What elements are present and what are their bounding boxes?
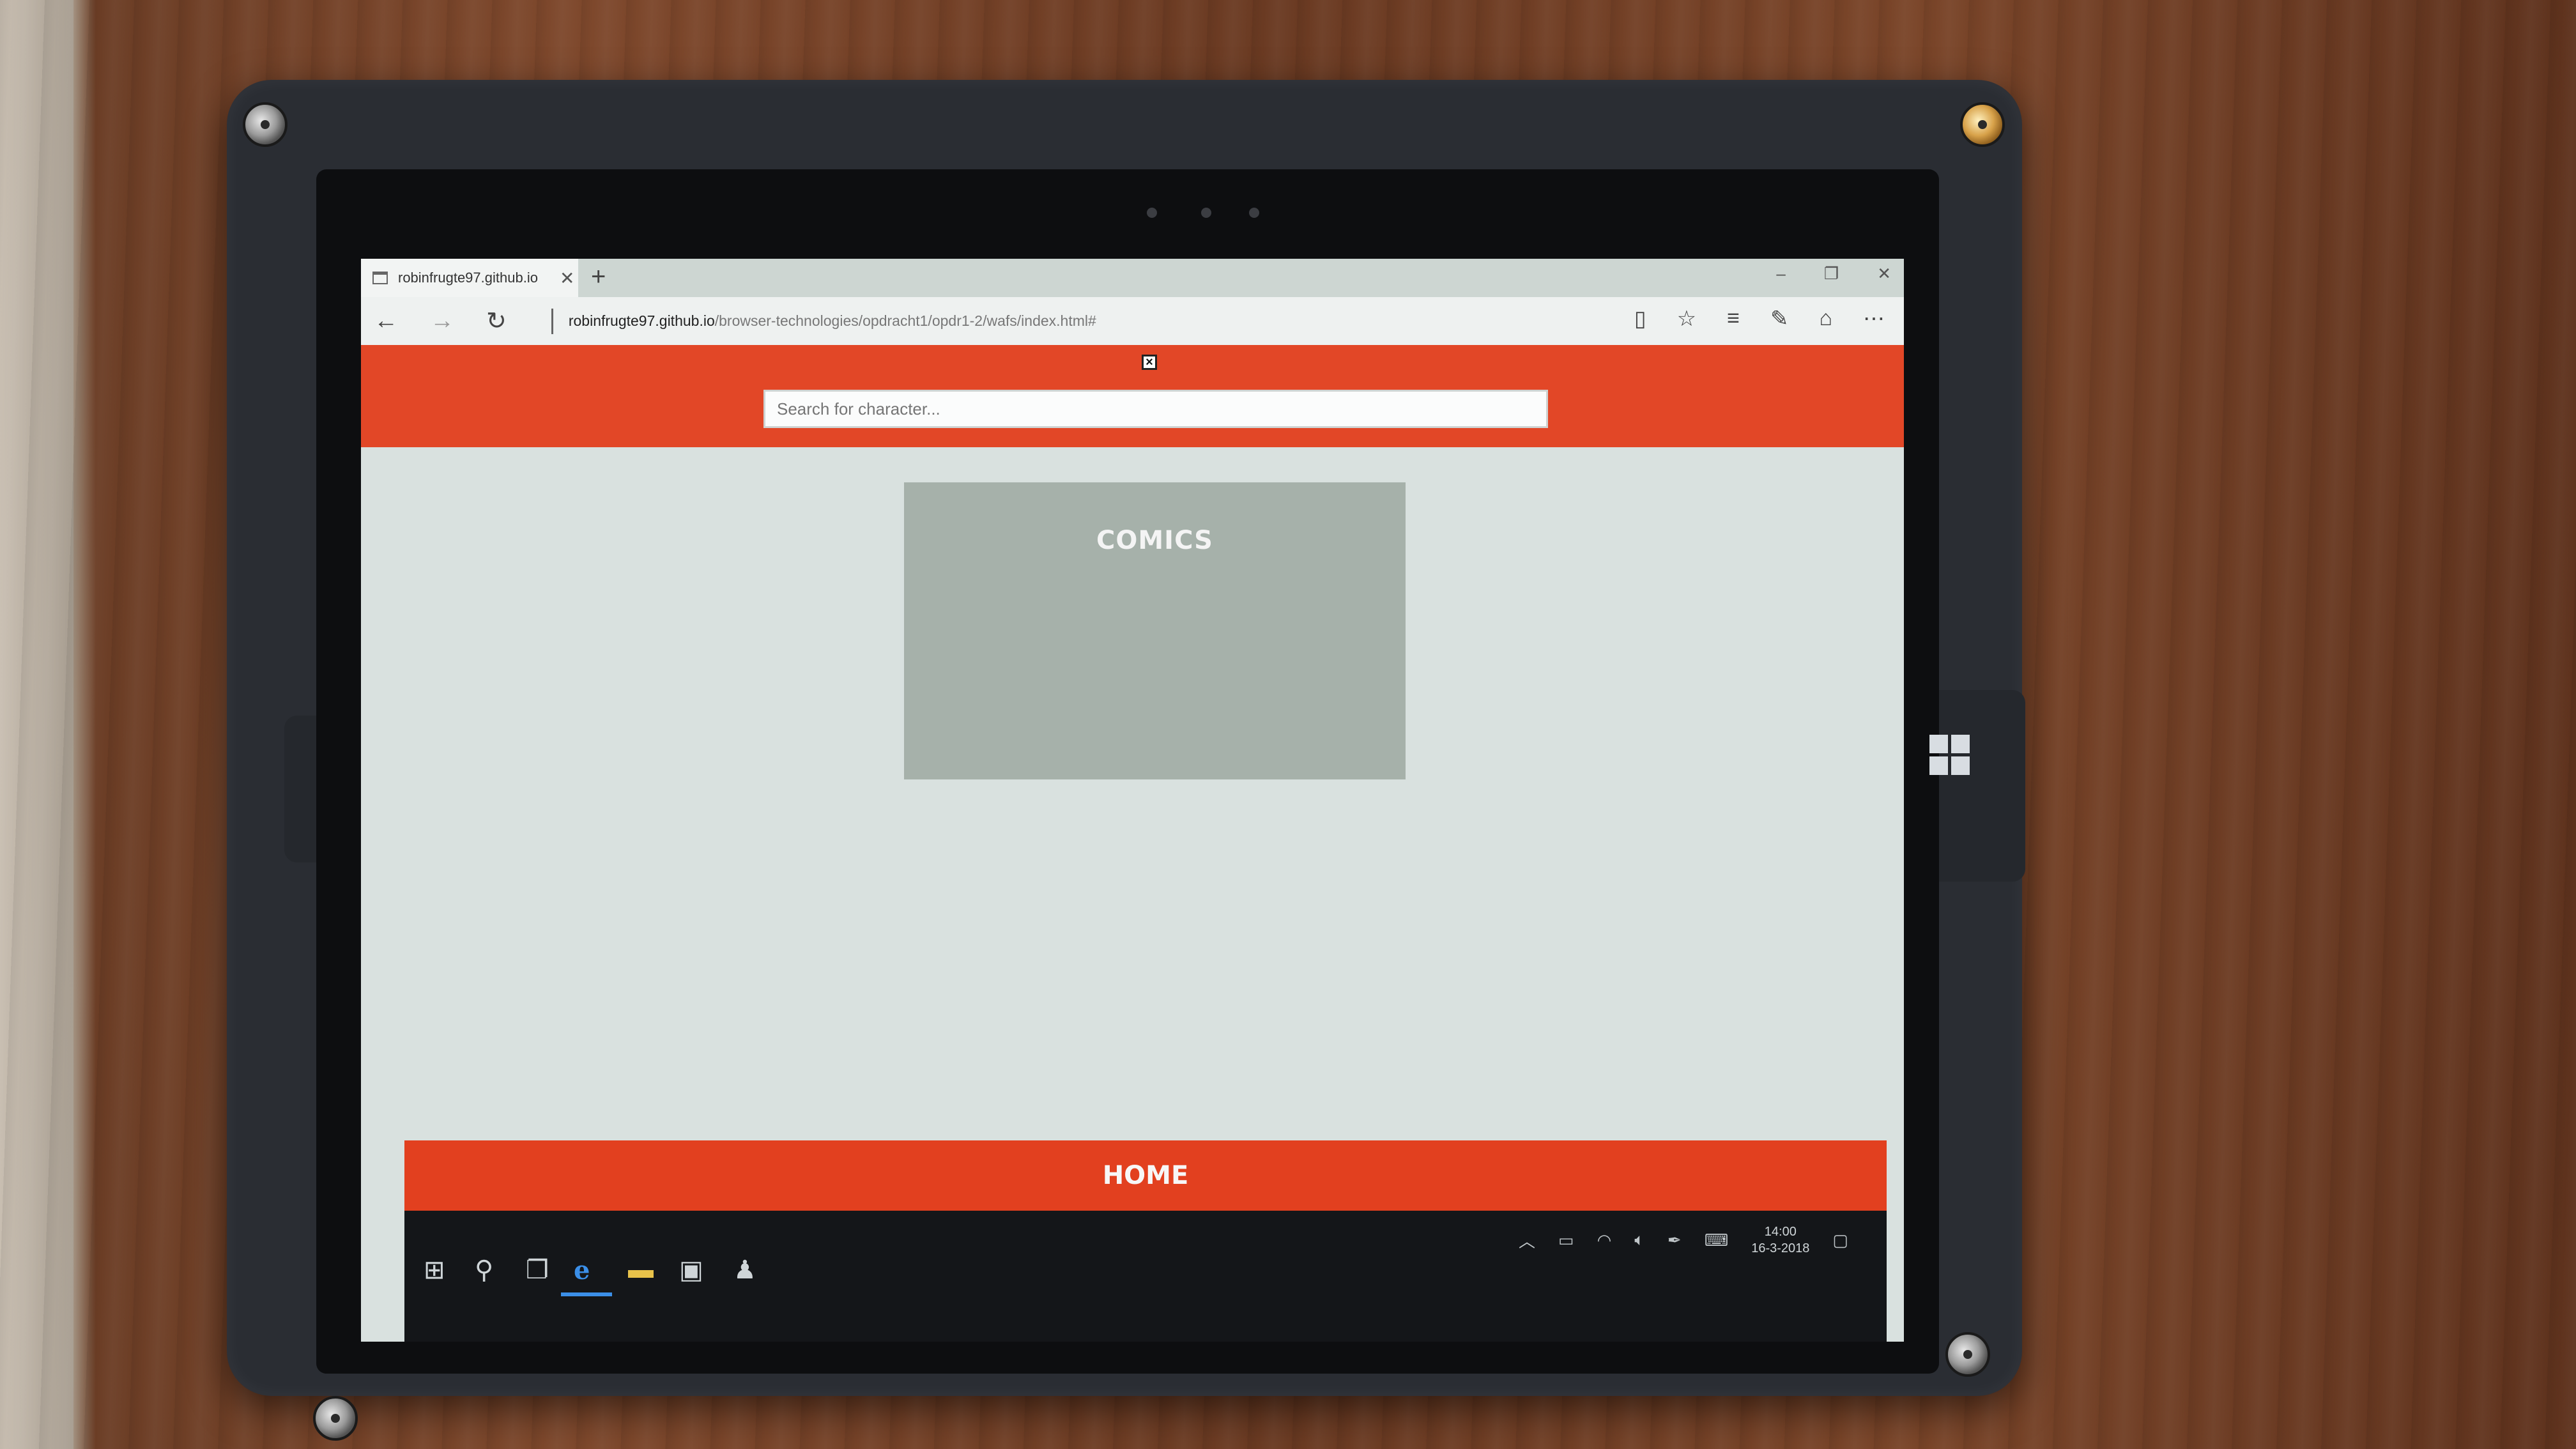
search-icon[interactable]: ⚲ [475, 1255, 493, 1285]
task-view-icon[interactable]: ❐ [526, 1255, 549, 1285]
file-explorer-icon[interactable]: ▬ [628, 1255, 654, 1284]
camera-lens [1201, 208, 1211, 218]
notification-icon[interactable]: ▢ [1832, 1230, 1848, 1250]
tab-title: robinfrugte97.github.io [398, 270, 538, 286]
wifi-icon[interactable]: ◠ [1597, 1230, 1612, 1250]
page-icon [372, 272, 388, 284]
card-title: COMICS [1096, 526, 1213, 555]
screw-bottom-left [313, 1396, 358, 1441]
browser-toolbar: ← → ↻ robinfrugte97.github.io /browser-t… [361, 297, 1904, 345]
browser-tab[interactable]: robinfrugte97.github.io ✕ [361, 259, 578, 297]
tablet-screen: robinfrugte97.github.io ✕ + – ❐ ✕ ← → ↻ … [361, 259, 1904, 1342]
start-icon[interactable]: ⊞ [424, 1255, 445, 1285]
screw-top-right [1960, 102, 2005, 147]
active-app-indicator [561, 1292, 612, 1296]
home-link[interactable]: HOME [1103, 1161, 1189, 1190]
chevron-up-icon[interactable]: ︿ [1519, 1229, 1535, 1252]
web-note-icon[interactable]: ✎ [1770, 306, 1789, 332]
clock-time: 14:00 [1764, 1225, 1797, 1239]
screw-top-left [243, 102, 288, 147]
app-icon[interactable]: ♟ [733, 1255, 756, 1285]
edge-icon[interactable]: e [574, 1255, 590, 1285]
search-input[interactable] [763, 390, 1548, 428]
forward-button[interactable]: → [430, 307, 454, 335]
url-host: robinfrugte97.github.io [568, 312, 715, 329]
clock-date: 16-3-2018 [1751, 1241, 1810, 1255]
mount-tab-right [1936, 690, 2025, 882]
comics-card[interactable]: COMICS [904, 482, 1406, 779]
close-icon[interactable]: × [1142, 355, 1157, 370]
camera-sensor-right [1249, 208, 1259, 218]
battery-icon[interactable]: ▭ [1558, 1230, 1574, 1250]
camera-sensor [1147, 208, 1157, 218]
minimize-button[interactable]: – [1776, 264, 1785, 284]
refresh-button[interactable]: ↻ [486, 307, 507, 335]
pen-icon[interactable]: ✒︎ [1667, 1230, 1682, 1250]
more-icon[interactable]: ⋯ [1863, 306, 1885, 332]
favorite-star-icon[interactable]: ☆ [1677, 306, 1696, 332]
windows-button-icon[interactable] [1929, 735, 1970, 776]
address-bar[interactable]: robinfrugte97.github.io /browser-technol… [551, 308, 1096, 334]
keyboard-icon[interactable]: ⌨︎ [1705, 1230, 1729, 1250]
reading-view-icon[interactable]: ▯ [1634, 306, 1646, 332]
volume-icon[interactable]: 🔈︎ [1634, 1230, 1644, 1250]
screw-bottom-right [1945, 1332, 1990, 1377]
store-icon[interactable]: ▣ [679, 1255, 703, 1285]
new-tab-button[interactable]: + [591, 263, 606, 291]
toolbar-actions: ▯ ☆ ≡ ✎ ⌂ ⋯ [1634, 306, 1885, 332]
page-header: × [361, 345, 1904, 447]
window-controls: – ❐ ✕ [1776, 264, 1891, 284]
back-button[interactable]: ← [374, 307, 398, 335]
tab-close-icon[interactable]: ✕ [560, 268, 574, 289]
clock[interactable]: 14:00 16-3-2018 [1751, 1223, 1809, 1257]
hub-icon[interactable]: ≡ [1727, 306, 1740, 332]
browser-tab-bar: robinfrugte97.github.io ✕ + – ❐ ✕ [361, 259, 1904, 297]
system-tray: ︿ ▭ ◠ 🔈︎ ✒︎ ⌨︎ 14:00 16-3-2018 ▢ [1519, 1223, 1848, 1257]
restore-button[interactable]: ❐ [1824, 264, 1839, 284]
home-nav-bar[interactable]: HOME [404, 1140, 1887, 1211]
share-icon[interactable]: ⌂ [1819, 306, 1832, 332]
windows-taskbar: ⊞ ⚲ ❐ e ▬ ▣ ♟ ︿ ▭ ◠ 🔈︎ ✒︎ ⌨︎ 14:00 16-3-… [404, 1211, 1887, 1342]
url-path: /browser-technologies/opdracht1/opdr1-2/… [714, 312, 1096, 329]
close-window-button[interactable]: ✕ [1877, 264, 1891, 284]
